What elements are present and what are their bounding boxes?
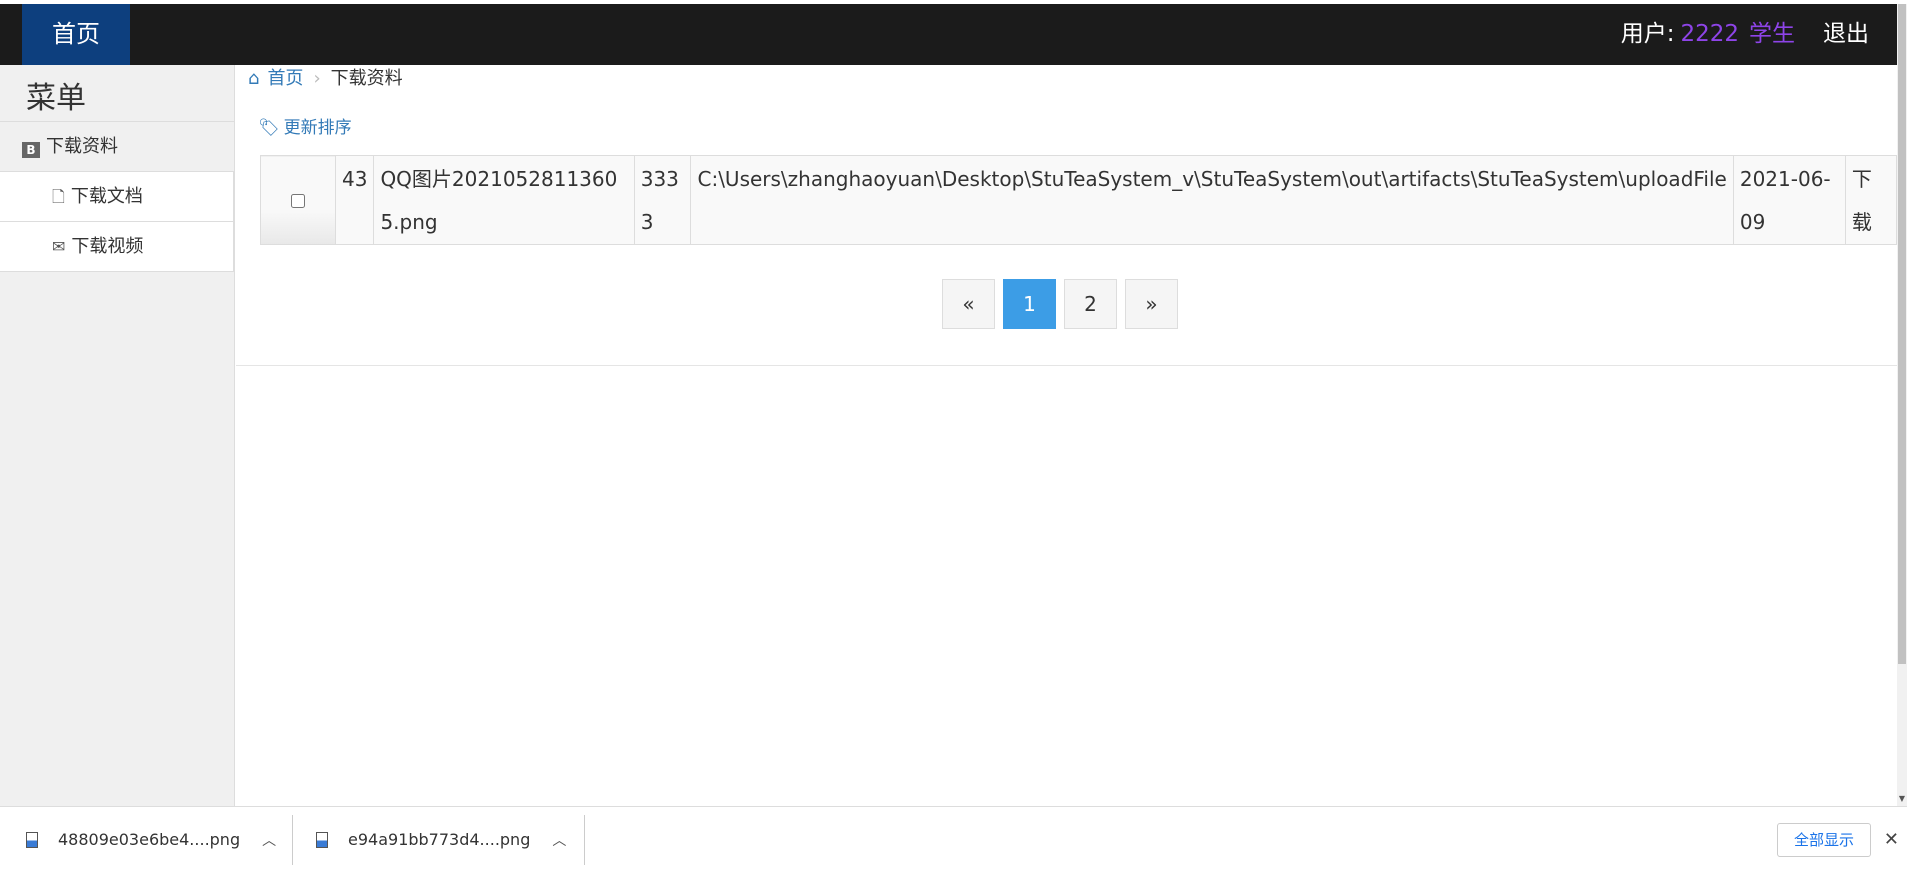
pagination-page-1[interactable]: 1 (1003, 279, 1056, 329)
table-row: 43 QQ图片20210528113605.png 3333 C:\Users\… (260, 155, 1898, 245)
download-item[interactable]: e94a91bb773d4....png ︿ (316, 807, 566, 872)
chevron-up-icon[interactable]: ︿ (552, 833, 566, 849)
breadcrumb-home-link[interactable]: 首页 (267, 68, 303, 89)
envelope-icon: ✉ (52, 237, 66, 256)
home-brand-link[interactable]: 首页 (22, 4, 130, 65)
bold-b-icon: B (22, 142, 40, 158)
user-label: 用户: (1620, 21, 1675, 47)
row-select-cell (260, 155, 336, 245)
file-path-cell: C:\Users\zhanghaoyuan\Desktop\StuTeaSyst… (690, 155, 1734, 245)
image-file-icon (316, 832, 328, 848)
content-divider (236, 365, 1897, 366)
scroll-down-arrow-icon[interactable]: ▼ (1897, 792, 1907, 806)
sidebar: 菜单 B 下载资料 🗋 下载文档 ✉ 下载视频 (0, 65, 235, 806)
download-separator (584, 815, 585, 865)
row-checkbox[interactable] (290, 193, 305, 208)
download-item[interactable]: 48809e03e6be4....png ︿ (26, 807, 276, 872)
scrollbar-thumb[interactable] (1898, 4, 1906, 664)
pagination-page-2[interactable]: 2 (1064, 279, 1117, 329)
file-size-cell: 3333 (633, 155, 692, 245)
pagination-prev-button[interactable]: « (942, 279, 995, 329)
download-separator (292, 815, 293, 865)
sidebar-section-download[interactable]: B 下载资料 (0, 122, 234, 172)
download-filename: 48809e03e6be4....png (58, 830, 241, 849)
update-sort-label: 更新排序 (283, 118, 352, 138)
sidebar-title: 菜单 (0, 65, 234, 122)
page-scrollbar[interactable]: ▼ (1897, 4, 1907, 806)
show-all-downloads-button[interactable]: 全部显示 (1776, 823, 1871, 857)
sidebar-section-label: 下载资料 (46, 136, 118, 157)
file-name-cell: QQ图片20210528113605.png (373, 155, 635, 245)
close-icon[interactable]: ✕ (1884, 807, 1899, 872)
main-content: ⌂ 首页 › 下载资料 🏷 更新排序 43 QQ图片20210528113605.png… (236, 65, 1898, 806)
pagination-next-button[interactable]: » (1125, 279, 1178, 329)
file-id-cell: 43 (334, 155, 375, 245)
user-role: 学生 (1749, 21, 1795, 47)
chevron-up-icon[interactable]: ︿ (262, 833, 276, 849)
breadcrumb: ⌂ 首页 › 下载资料 (248, 67, 403, 91)
update-sort-link[interactable]: 🏷 更新排序 (258, 113, 352, 138)
files-table: 43 QQ图片20210528113605.png 3333 C:\Users\… (260, 155, 1898, 245)
breadcrumb-current: 下载资料 (330, 68, 403, 89)
download-filename: e94a91bb773d4....png (348, 830, 531, 849)
download-link[interactable]: 下载 (1844, 155, 1898, 245)
sidebar-item-label: 下载文档 (70, 186, 143, 207)
user-info: 用户: 2222 学生 退出 (1621, 4, 1869, 65)
sidebar-item-download-docs[interactable]: 🗋 下载文档 (0, 172, 234, 222)
sidebar-item-download-videos[interactable]: ✉ 下载视频 (0, 222, 234, 272)
home-icon[interactable]: ⌂ (248, 68, 259, 89)
top-navbar: 首页 用户: 2222 学生 退出 (0, 4, 1897, 65)
tag-icon: 🏷 (258, 118, 280, 138)
user-id: 2222 (1680, 21, 1739, 47)
sidebar-item-label: 下载视频 (71, 236, 144, 257)
downloads-bar: 48809e03e6be4....png ︿ e94a91bb773d4....p… (0, 806, 1907, 871)
logout-link[interactable]: 退出 (1823, 21, 1869, 47)
file-icon: 🗋 (52, 187, 65, 206)
file-date-cell: 2021-06-09 (1732, 155, 1846, 245)
breadcrumb-separator-icon: › (313, 68, 321, 89)
image-file-icon (26, 832, 38, 848)
pagination: «1 2» (942, 279, 1186, 329)
